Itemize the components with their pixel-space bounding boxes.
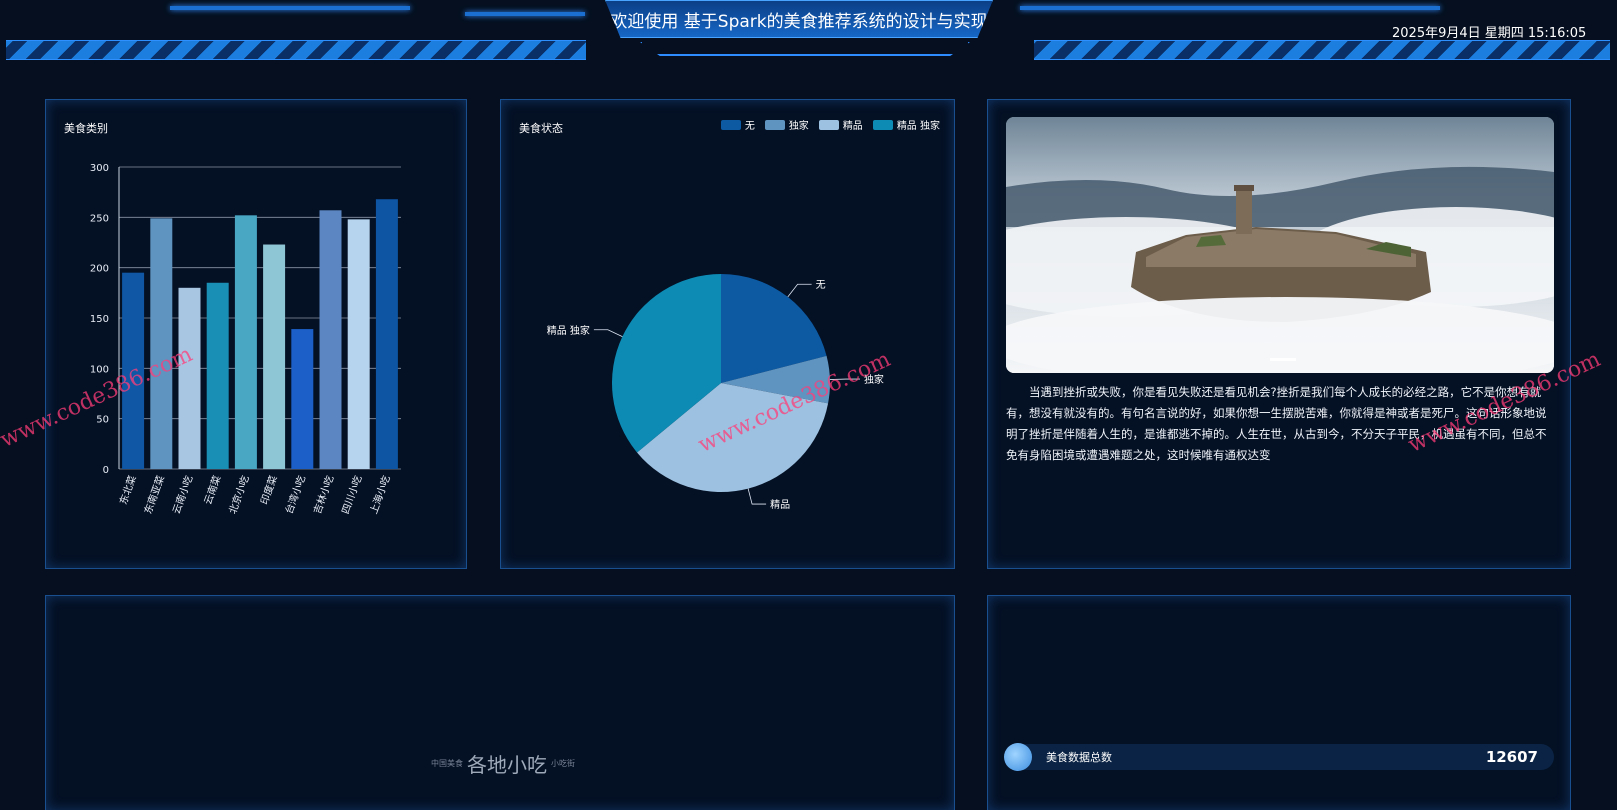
bar[interactable] [234,215,257,469]
snack-logo-text: 各地小吃 [467,753,547,777]
pie-label: 精品 [770,498,790,511]
legend-swatch [872,119,893,130]
snack-logo: 中国美食 各地小吃 小吃街 [431,749,575,778]
pie-label: 精品 独家 [547,324,590,337]
y-tick-label: 250 [90,213,109,224]
legend-label: 独家 [788,121,809,132]
total-count-value: 12607 [1485,748,1538,766]
x-tick-label: 台湾小吃 [282,474,308,516]
legend-label: 无 [744,121,755,132]
x-tick-label: 四川小吃 [339,474,365,516]
x-tick-label: 东南亚菜 [141,474,167,516]
legend-item[interactable]: 独家 [764,117,809,132]
y-tick-label: 50 [96,415,109,426]
header-stripe-right [1034,40,1610,60]
stats-panel: 美食数据总数 12607 [987,595,1571,810]
legend-item[interactable]: 精品 [818,117,863,132]
carousel-indicator[interactable] [1270,358,1296,361]
legend-swatch [764,119,785,130]
legend-swatch [818,119,839,130]
x-tick-label: 印度菜 [257,474,279,507]
pie-label-line [593,329,623,337]
header-deco-right [1020,6,1440,10]
stat-dot-icon [1004,743,1032,771]
x-tick-label: 上海小吃 [367,474,393,516]
bar[interactable] [319,210,342,469]
status-pie-chart: 无独家精品精品 独家 [547,274,884,511]
x-tick-label: 云南小吃 [169,474,195,516]
bar[interactable] [206,282,229,469]
x-tick-label: 东北菜 [116,474,138,507]
bar[interactable] [150,218,173,469]
legend-item[interactable]: 无 [720,117,755,132]
pie-label-line [787,283,812,298]
snack-logo-small-right: 小吃街 [551,759,575,768]
header-stripe-left [6,40,586,60]
pie-label: 无 [816,280,826,291]
y-tick-label: 200 [90,264,109,275]
datetime-display: 2025年9月4日 星期四 15:16:05 [1392,26,1587,41]
pie-legend: 无 独家 精品 精品 独家 [720,117,940,132]
total-count-bar: 美食数据总数 12607 [1004,743,1554,771]
y-tick-label: 100 [90,364,109,375]
bar[interactable] [263,244,286,469]
category-bar-chart: 0 50 100 150 200 250 300 东北菜 东南亚菜 云南小吃 云南菜 北京小吃 印度菜台… [90,163,401,516]
status-panel: 美食状态 无独家 精品 精品 独家 无独家 精品 精品 独家 [500,99,955,569]
landscape-photo [1006,117,1554,373]
snack-panel: 中国美食 各地小吃 小吃街 [45,595,955,810]
intro-panel: 当遇到挫折或失败，你是看见失败还是看见机会?挫折是我们每个人成长的必经之路，它不… [987,99,1571,569]
legend-label: 精品 [842,121,863,132]
legend-swatch [720,119,741,130]
category-panel-title: 美食类别 [64,122,108,135]
status-panel-title: 美食状态 [519,122,563,135]
y-tick-label: 150 [90,314,109,325]
bar[interactable] [178,287,201,469]
snack-logo-small-left: 中国美食 [431,759,463,768]
title-underline [640,42,970,56]
page-title: 欢迎使用 基于Spark的美食推荐系统的设计与实现 [605,0,993,38]
bar[interactable] [375,199,398,470]
header: 欢迎使用 基于Spark的美食推荐系统的设计与实现 2025年9月4日 星期四 … [0,0,1617,66]
header-deco-left [170,6,410,10]
x-tick-label: 云南菜 [201,474,223,507]
x-tick-label: 北京小吃 [226,474,252,516]
category-panel: 美食类别 0 50 100 150 200 250 300 东北菜 东南亚菜 云南小吃 云南菜 北京小… [45,99,467,569]
x-tick-label: 吉林小吃 [310,474,336,516]
bar[interactable] [291,329,314,469]
y-tick-label: 0 [103,465,109,476]
total-count-label: 美食数据总数 [1046,751,1112,764]
pie-label-line [747,488,767,505]
header-deco-left-2 [465,12,585,16]
carousel-image[interactable] [1006,117,1554,373]
bar[interactable] [347,219,370,469]
legend-item[interactable]: 精品 独家 [872,117,940,132]
y-tick-label: 300 [90,163,109,174]
legend-label: 精品 独家 [896,121,940,132]
